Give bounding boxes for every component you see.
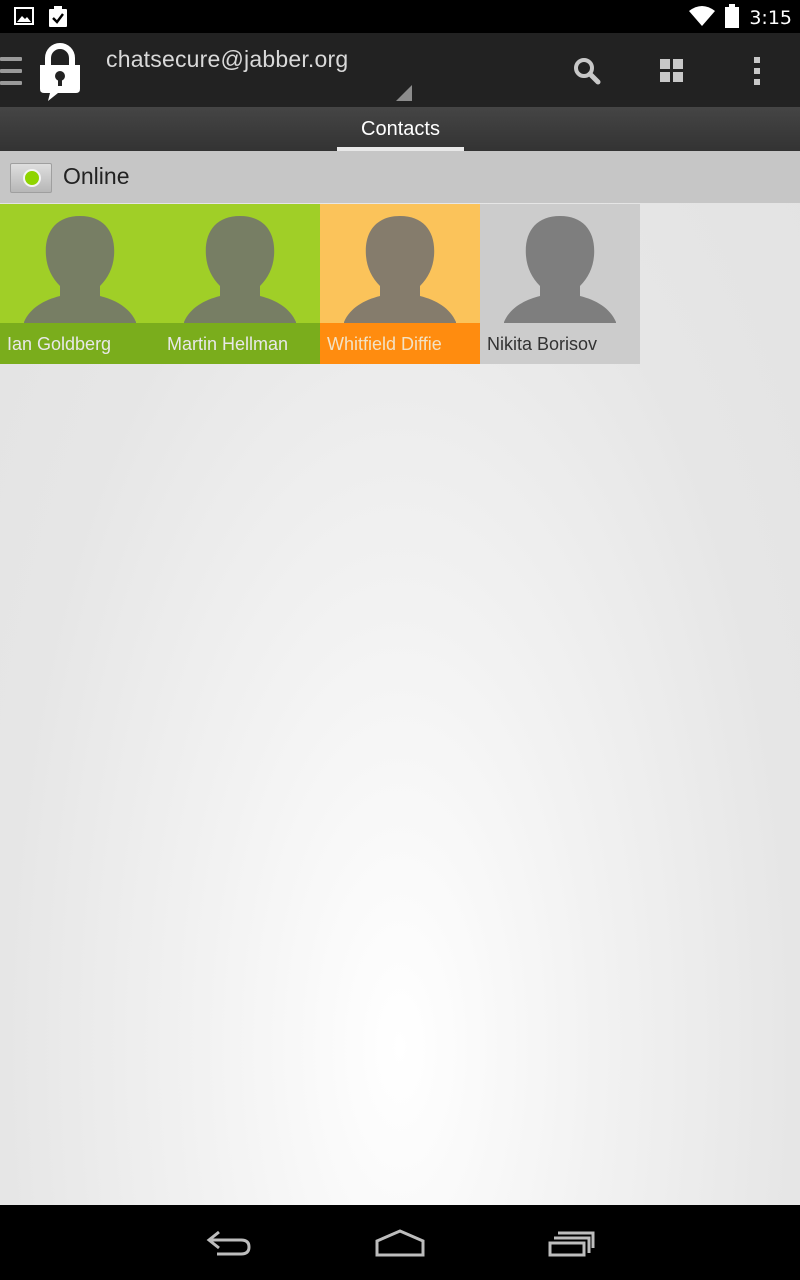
contact-name: Martin Hellman — [167, 334, 289, 354]
contacts-panel: Online Ian Goldberg Martin Hellman Whitf… — [0, 151, 800, 1205]
contact-tile[interactable]: Ian Goldberg — [0, 204, 160, 364]
overflow-menu-button[interactable] — [735, 49, 779, 93]
presence-label: Online — [63, 163, 130, 189]
grid-view-icon — [660, 59, 683, 82]
back-icon — [206, 1230, 251, 1256]
home-button[interactable] — [365, 1219, 435, 1267]
wifi-icon — [689, 5, 716, 31]
drawer-menu-icon[interactable] — [0, 57, 22, 89]
contacts-grid: Ian Goldberg Martin Hellman Whitfield Di… — [0, 204, 640, 364]
online-status-icon — [23, 169, 41, 187]
presence-bar: Online — [0, 151, 800, 203]
search-icon — [574, 58, 601, 85]
search-button[interactable] — [565, 49, 609, 93]
recents-button[interactable] — [537, 1219, 607, 1267]
image-icon — [14, 6, 34, 32]
back-button[interactable] — [195, 1219, 265, 1267]
contact-name: Whitfield Diffie — [327, 334, 442, 354]
presence-toggle[interactable] — [10, 163, 52, 193]
spinner-triangle-icon — [396, 85, 412, 101]
tab-contacts[interactable]: Contacts — [337, 107, 464, 151]
action-bar: chatsecure@jabber.org — [0, 33, 800, 108]
contact-tile[interactable]: Martin Hellman — [160, 204, 320, 364]
clipboard-check-icon — [48, 6, 68, 32]
status-time: 3:15 — [749, 7, 792, 29]
contact-tile[interactable]: Nikita Borisov — [480, 204, 640, 364]
chatsecure-lock-icon[interactable] — [36, 41, 84, 101]
tab-strip: Contacts — [0, 107, 800, 151]
status-bar: 3:15 — [0, 0, 800, 33]
overflow-menu-icon — [754, 57, 760, 85]
navigation-bar — [0, 1205, 800, 1280]
battery-icon — [725, 4, 740, 32]
home-icon — [375, 1229, 425, 1257]
contact-name: Ian Goldberg — [7, 334, 112, 354]
recents-icon — [548, 1231, 595, 1257]
contact-tile[interactable]: Whitfield Diffie — [320, 204, 480, 364]
grid-view-button[interactable] — [650, 49, 694, 93]
account-spinner[interactable]: chatsecure@jabber.org — [106, 46, 348, 73]
contact-name: Nikita Borisov — [487, 334, 598, 354]
